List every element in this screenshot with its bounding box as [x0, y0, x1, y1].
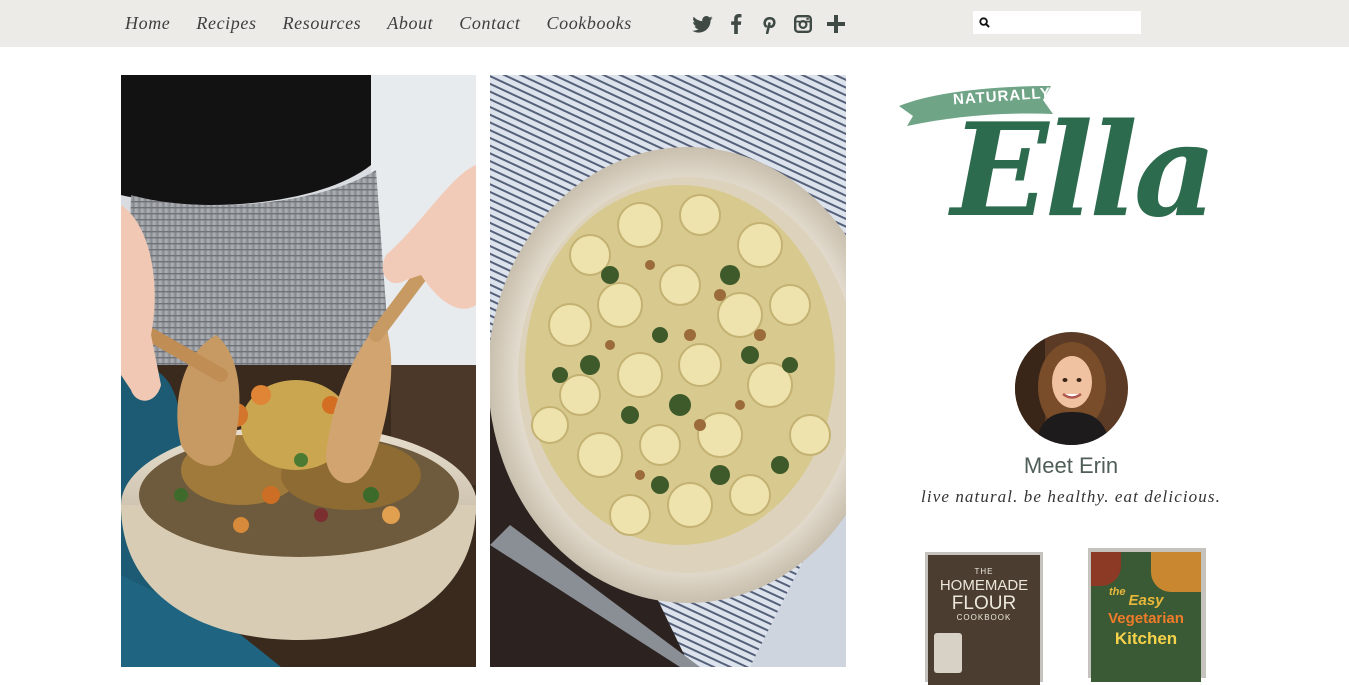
book-title-prefix: THE [974, 567, 994, 576]
nav-cookbooks[interactable]: Cookbooks [546, 13, 631, 34]
avatar[interactable] [1015, 332, 1128, 445]
twitter-icon[interactable] [690, 11, 714, 37]
grain-salad-image [121, 75, 476, 667]
recipe-photo-grain-salad[interactable] [121, 75, 476, 667]
book-title-line2: Vegetarian [1108, 610, 1184, 627]
facebook-icon[interactable] [724, 11, 748, 37]
search-box [973, 11, 1141, 34]
pinterest-icon[interactable] [757, 11, 781, 37]
top-navigation-bar: Home Recipes Resources About Contact Coo… [0, 0, 1349, 47]
plus-icon[interactable] [824, 11, 848, 37]
book-cover-homemade-flour[interactable]: THE HOMEMADE FLOUR COOKBOOK [925, 548, 1050, 685]
book-title-line1: Easy [1128, 592, 1164, 609]
nav-home[interactable]: Home [125, 13, 170, 34]
search-icon [979, 17, 990, 28]
site-logo[interactable]: NATURALLY Ella [893, 80, 1223, 260]
main-menu: Home Recipes Resources About Contact Coo… [125, 0, 658, 47]
recipe-photo-orecchiette[interactable] [490, 75, 846, 667]
book-cover-easy-vegetarian-kitchen[interactable]: the Easy Vegetarian Kitchen [1088, 548, 1213, 682]
book-cover-front: the Easy Vegetarian Kitchen [1091, 552, 1201, 682]
book-subtitle: COOKBOOK [956, 613, 1012, 622]
tagline: live natural. be healthy. eat delicious. [921, 487, 1221, 506]
instagram-icon[interactable] [791, 11, 815, 37]
flour-jar-graphic [934, 633, 962, 673]
nav-resources[interactable]: Resources [283, 13, 362, 34]
author-photo [1015, 332, 1128, 445]
meet-author-link[interactable]: Meet Erin [960, 453, 1182, 479]
book-food-graphic [1091, 552, 1121, 586]
book-title-line2: FLOUR [951, 593, 1017, 614]
book-cover-front: THE HOMEMADE FLOUR COOKBOOK [928, 555, 1040, 685]
logo-script-text: Ella [951, 96, 1217, 246]
search-input[interactable] [990, 11, 1136, 34]
book-title-line3: Kitchen [1114, 629, 1178, 648]
book-title-line1: HOMEMADE [939, 577, 1029, 594]
nav-recipes[interactable]: Recipes [196, 13, 256, 34]
orecchiette-image [490, 75, 846, 667]
nav-contact[interactable]: Contact [459, 13, 520, 34]
nav-about[interactable]: About [387, 13, 433, 34]
social-links [690, 11, 858, 37]
